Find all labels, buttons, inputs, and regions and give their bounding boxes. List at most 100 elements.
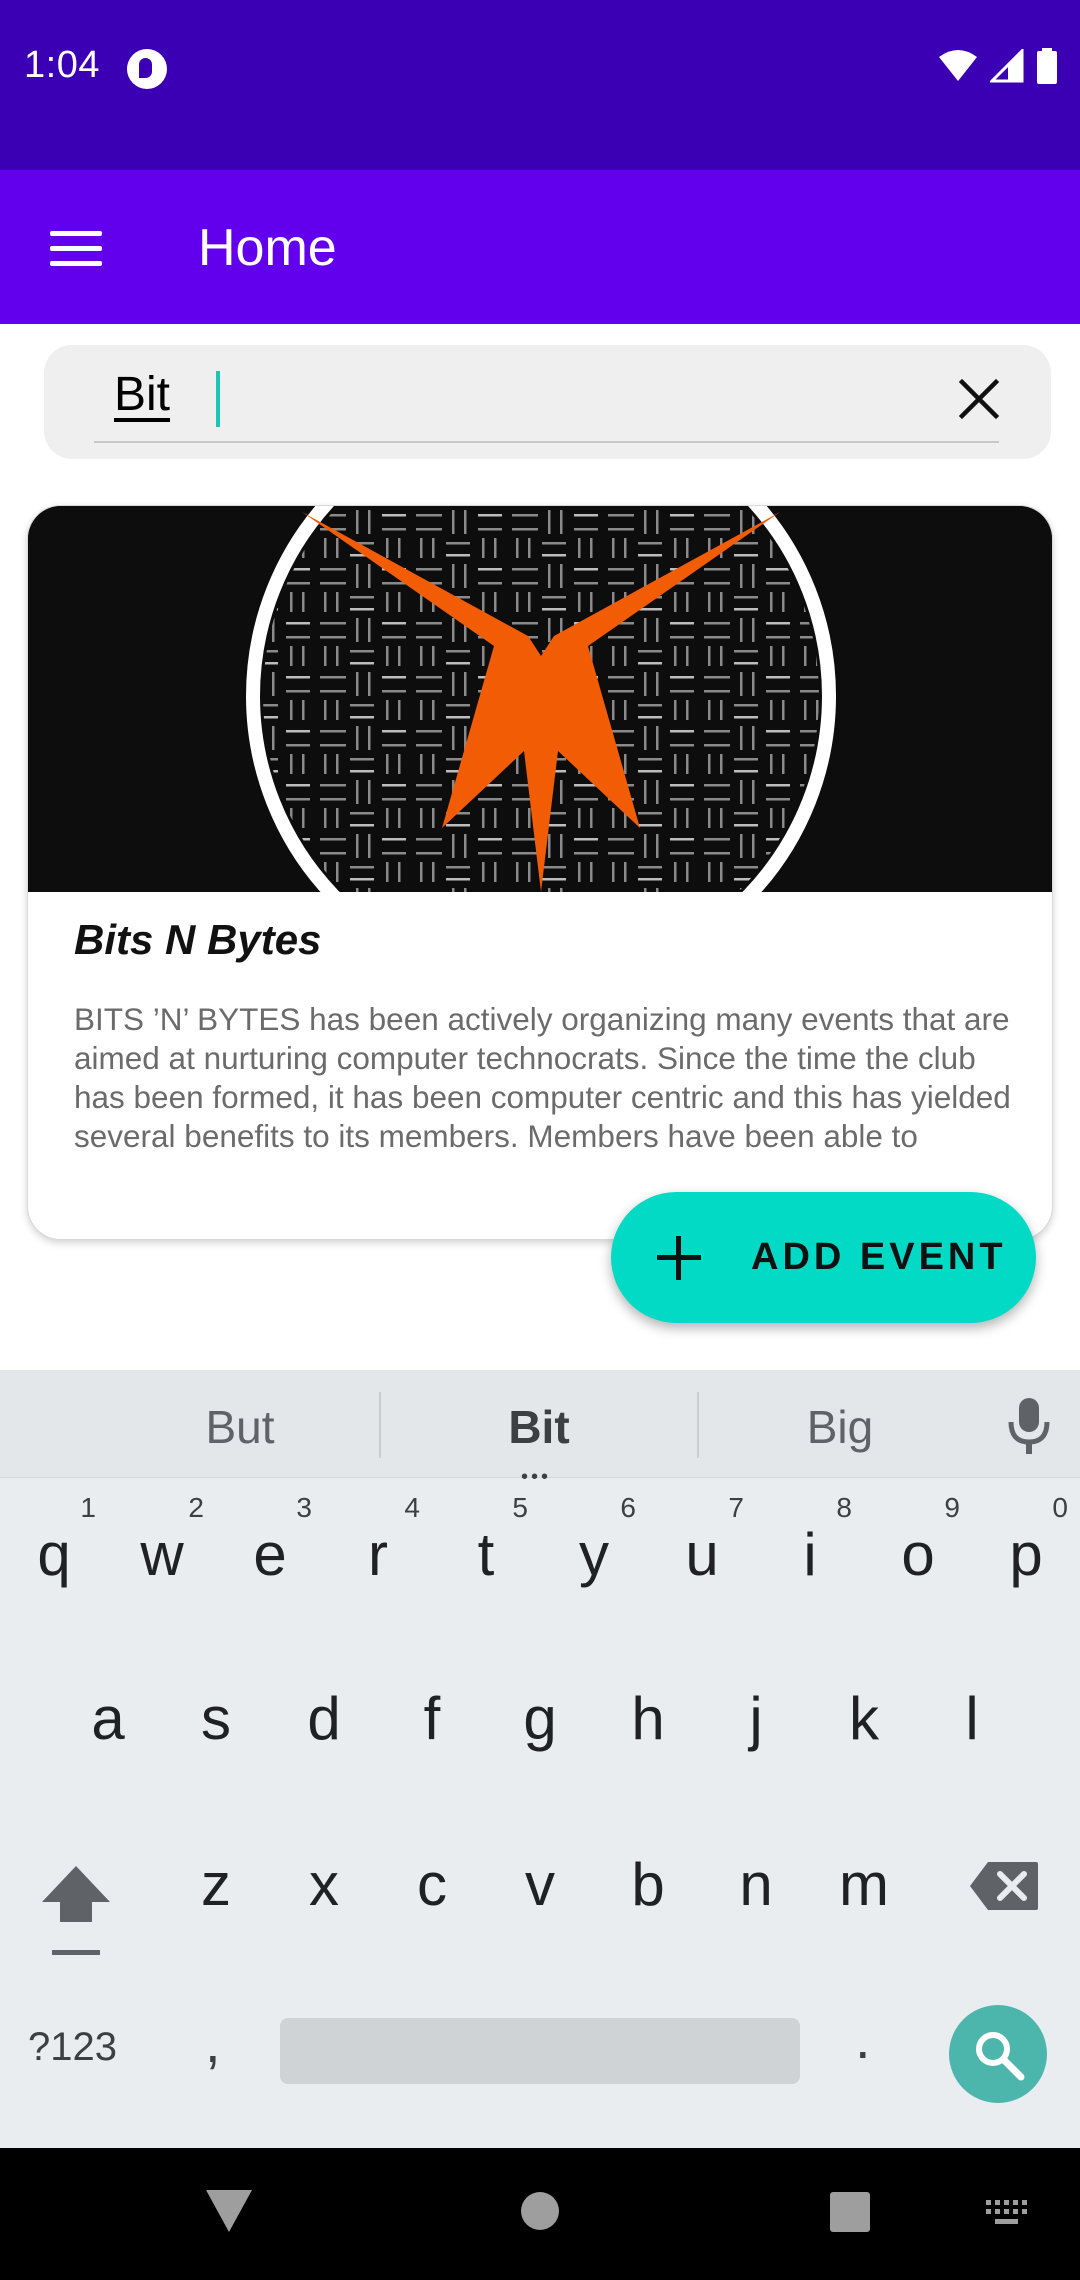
keyboard-search-key[interactable] [949, 2005, 1047, 2103]
key-hint: 5 [512, 1492, 528, 1523]
key-label: a [91, 1685, 125, 1752]
search-input[interactable] [114, 363, 934, 425]
page-title: Home [198, 219, 337, 277]
search-underline [94, 441, 999, 443]
recents-icon[interactable] [829, 2191, 871, 2233]
key-b[interactable]: b [594, 1808, 702, 1958]
key-c[interactable]: c [378, 1808, 486, 1958]
key-p[interactable]: p0 [972, 1478, 1080, 1628]
key-t[interactable]: t5 [432, 1478, 540, 1628]
add-event-button[interactable]: ADD EVENT [611, 1192, 1036, 1323]
key-h[interactable]: h [594, 1642, 702, 1792]
key-f[interactable]: f [378, 1642, 486, 1792]
suggestion-strip: But Bit ••• Big [0, 1370, 1080, 1488]
navigation-bar [0, 2148, 1080, 2280]
key-label: s [201, 1685, 231, 1752]
battery-icon [1037, 48, 1057, 84]
status-time: 1:04 [24, 44, 100, 86]
club-logo-image [28, 506, 1052, 991]
plus-icon [657, 1235, 701, 1280]
key-hint: 9 [944, 1492, 960, 1523]
key-hint: 7 [728, 1492, 744, 1523]
key-label: h [631, 1685, 665, 1752]
key-label: c [417, 1851, 447, 1918]
key-a[interactable]: a [54, 1642, 162, 1792]
key-label: g [523, 1685, 557, 1752]
search-icon [976, 2032, 1025, 2081]
event-description: BITS ’N’ BYTES has been actively organiz… [74, 1001, 1011, 1154]
notification-app-icon [127, 49, 167, 89]
key-label: r [368, 1521, 388, 1588]
key-o[interactable]: o9 [864, 1478, 972, 1628]
key-label: d [307, 1685, 341, 1752]
key-label: v [525, 1851, 555, 1918]
key-label: k [849, 1685, 879, 1752]
key-g[interactable]: g [486, 1642, 594, 1792]
key-s[interactable]: s [162, 1642, 270, 1792]
key-z[interactable]: z [162, 1808, 270, 1958]
suggestion-center[interactable]: Bit [389, 1400, 689, 1454]
text-cursor [216, 371, 220, 427]
status-bar: 1:04 [0, 0, 1080, 170]
key-r[interactable]: r4 [324, 1478, 432, 1628]
key-v[interactable]: v [486, 1808, 594, 1958]
key-label: l [965, 1685, 979, 1752]
key-j[interactable]: j [702, 1642, 810, 1792]
key-k[interactable]: k [810, 1642, 918, 1792]
key-hint: 6 [620, 1492, 636, 1523]
suggestion-divider [379, 1392, 381, 1458]
backspace-icon[interactable] [968, 1860, 1040, 1912]
key-label: p [1009, 1521, 1043, 1588]
key-d[interactable]: d [270, 1642, 378, 1792]
key-y[interactable]: y6 [540, 1478, 648, 1628]
key-label: q [37, 1521, 71, 1588]
app-screen: 1:04 Home Bit Bits N Bytes BITS ’N’ BYTE… [0, 0, 1080, 2280]
key-label: f [423, 1685, 441, 1752]
key-label: t [477, 1521, 495, 1588]
event-title: Bits N Bytes [74, 916, 322, 963]
key-label: o [901, 1521, 935, 1588]
key-n[interactable]: n [702, 1808, 810, 1958]
key-label: x [309, 1851, 339, 1918]
key-x[interactable]: x [270, 1808, 378, 1958]
close-icon[interactable] [949, 369, 1009, 429]
key-i[interactable]: i8 [756, 1478, 864, 1628]
event-card[interactable]: Bits N Bytes BITS ’N’ BYTES has been act… [27, 505, 1053, 1240]
back-icon[interactable] [204, 2188, 254, 2234]
key-label: w [140, 1521, 184, 1588]
suggestion-left[interactable]: But [90, 1400, 390, 1454]
key-hint: 0 [1052, 1492, 1068, 1523]
home-icon[interactable] [519, 2190, 561, 2232]
comma-key[interactable]: , [205, 2010, 221, 2075]
add-event-label: ADD EVENT [751, 1236, 1007, 1278]
shift-icon[interactable] [38, 1862, 114, 1958]
cell-signal-icon [990, 49, 1024, 83]
key-label: e [253, 1521, 287, 1588]
space-bar[interactable] [280, 2018, 800, 2084]
key-label: m [839, 1851, 889, 1918]
key-hint: 3 [296, 1492, 312, 1523]
key-w[interactable]: w2 [108, 1478, 216, 1628]
search-bar [44, 345, 1051, 459]
key-label: z [201, 1851, 231, 1918]
key-u[interactable]: u7 [648, 1478, 756, 1628]
key-hint: 1 [80, 1492, 96, 1523]
key-e[interactable]: e3 [216, 1478, 324, 1628]
key-label: i [803, 1521, 817, 1588]
keyboard-switch-icon[interactable] [986, 2200, 1028, 2228]
key-l[interactable]: l [918, 1642, 1026, 1792]
app-bar: Home [0, 170, 1080, 324]
key-m[interactable]: m [810, 1808, 918, 1958]
period-key[interactable]: . [855, 2006, 871, 2071]
mic-icon[interactable] [1004, 1396, 1054, 1456]
suggestion-right[interactable]: Big [690, 1400, 990, 1454]
key-hint: 2 [188, 1492, 204, 1523]
wifi-icon [939, 50, 977, 81]
key-hint: 8 [836, 1492, 852, 1523]
key-label: n [739, 1851, 773, 1918]
key-label: j [749, 1685, 763, 1752]
symbols-key[interactable]: ?123 [28, 2025, 117, 2070]
menu-icon[interactable] [42, 214, 110, 282]
status-icons [938, 48, 1058, 84]
key-q[interactable]: q1 [0, 1478, 108, 1628]
